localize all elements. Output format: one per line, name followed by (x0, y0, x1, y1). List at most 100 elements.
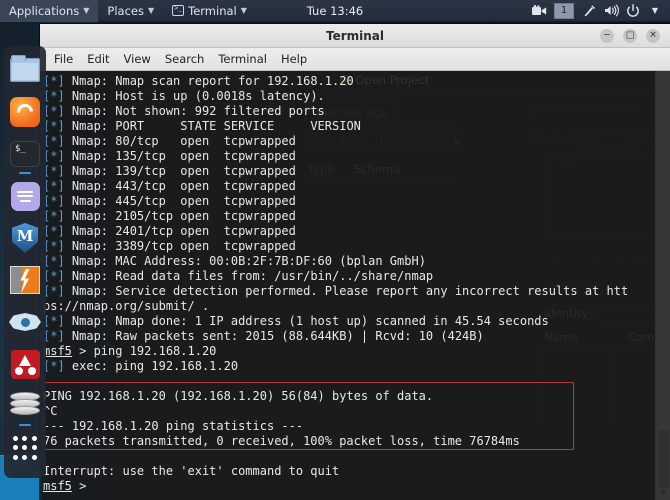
terminal-line: [*] Nmap: Raw packets sent: 2015 (88.644… (43, 329, 670, 344)
terminal-line: [*] Nmap: PORT STATE SERVICE VERSION (43, 119, 670, 134)
terminal-line: [*] Nmap: 443/tcp open tcpwrapped (43, 179, 670, 194)
menu-view[interactable]: View (117, 50, 158, 68)
terminal-line: [*] Nmap: Host is up (0.0018s latency). (43, 89, 670, 104)
terminal-icon (172, 5, 184, 16)
window-controls: − □ ✕ (600, 29, 670, 43)
close-button[interactable]: ✕ (646, 29, 660, 43)
terminal-status-marker: [*] (43, 359, 65, 373)
maximize-button[interactable]: □ (623, 29, 637, 43)
terminal-line: --- 192.168.1.20 ping statistics --- (43, 419, 670, 434)
terminal-titlebar[interactable]: Terminal − □ ✕ (40, 24, 670, 48)
terminal-status-marker: [*] (43, 254, 65, 268)
dock-item-terminal[interactable] (9, 138, 41, 170)
terminal-line: [*] Nmap: Read data files from: /usr/bin… (43, 269, 670, 284)
terminal-line: ps://nmap.org/submit/ . (43, 299, 670, 314)
dock-item-firefox[interactable] (9, 96, 41, 128)
terminal-line: [*] Nmap: Nmap scan report for 192.168.1… (43, 74, 670, 89)
terminal-line: msf5 > ping 192.168.1.20 (43, 344, 670, 359)
video-camera-icon[interactable] (528, 0, 550, 22)
metasploit-shield-icon: M (12, 223, 38, 253)
terminal-status-marker: [*] (43, 149, 65, 163)
terminal-line: [*] Nmap: MAC Address: 00:0B:2F:7B:DF:60… (43, 254, 670, 269)
top-panel: Applications ▼ Places ▼ Terminal ▼ Tue 1… (0, 0, 670, 22)
terminal-icon (10, 141, 40, 167)
menu-search[interactable]: Search (158, 50, 212, 68)
dock-item-sqlite-browser[interactable] (9, 390, 41, 422)
burpsuite-icon (10, 266, 40, 294)
terminal-status-marker: [*] (43, 239, 65, 253)
terminal-line: [*] exec: ping 192.168.1.20 (43, 359, 670, 374)
terminal-window[interactable]: Terminal − □ ✕ File Edit View Search Ter… (40, 24, 670, 500)
terminal-status-marker: [*] (43, 179, 65, 193)
terminal-status-marker: [*] (43, 224, 65, 238)
terminal-line: [*] Nmap: 3389/tcp open tcpwrapped (43, 239, 670, 254)
terminal-status-marker: [*] (43, 74, 65, 88)
terminal-line: [*] Nmap: 139/tcp open tcpwrapped (43, 164, 670, 179)
terminal-line: [*] Nmap: 135/tcp open tcpwrapped (43, 149, 670, 164)
terminal-line: [*] Nmap: Not shown: 992 filtered ports (43, 104, 670, 119)
speaker-icon[interactable] (600, 0, 622, 22)
terminal-line: [*] Nmap: Service detection performed. P… (43, 284, 670, 299)
power-icon[interactable] (622, 0, 644, 22)
terminal-line: [*] Nmap: 80/tcp open tcpwrapped (43, 134, 670, 149)
terminal-status-marker: [*] (43, 119, 65, 133)
terminal-window-menu[interactable]: Terminal ▼ (163, 0, 256, 22)
terminal-line: PING 192.168.1.20 (192.168.1.20) 56(84) … (43, 389, 670, 404)
applications-menu-label: Applications (9, 4, 79, 18)
terminal-line: [*] Nmap: 2105/tcp open tcpwrapped (43, 209, 670, 224)
running-indicator (19, 172, 31, 175)
firefox-icon (10, 97, 40, 127)
terminal-status-marker: [*] (43, 104, 65, 118)
dock-item-show-applications[interactable] (9, 432, 41, 464)
minimize-button[interactable]: − (600, 29, 614, 43)
grid-apps-icon (12, 435, 38, 461)
terminal-line: ^C (43, 404, 670, 419)
terminal-prompt: msf5 (43, 344, 72, 358)
terminal-status-marker: [*] (43, 194, 65, 208)
terminal-line: [*] Nmap: 2401/tcp open tcpwrapped (43, 224, 670, 239)
dock-item-text-editor[interactable] (9, 180, 41, 212)
terminal-line (43, 449, 670, 464)
workspace-switcher[interactable]: 1 (554, 3, 574, 19)
database-icon (10, 392, 40, 420)
places-menu[interactable]: Places ▼ (98, 0, 163, 22)
dock-item-files[interactable] (9, 54, 41, 86)
terminal-line: [*] Nmap: 445/tcp open tcpwrapped (43, 194, 670, 209)
terminal-line: Interrupt: use the 'exit' command to qui… (43, 464, 670, 479)
wireshark-eye-icon (9, 313, 41, 331)
terminal-status-marker: [*] (43, 269, 65, 283)
terminal-status-marker: [*] (43, 209, 65, 223)
terminal-status-marker: [*] (43, 164, 65, 178)
tray-more-chevron-icon[interactable]: ▼ (644, 0, 666, 22)
menu-edit[interactable]: Edit (80, 50, 116, 68)
terminal-status-marker: [*] (43, 284, 65, 298)
favorites-dock: M (4, 46, 46, 478)
terminal-status-marker: [*] (43, 314, 65, 328)
terminal-text: [*] Nmap: Nmap scan report for 192.168.1… (43, 74, 670, 494)
terminal-window-menu-label: Terminal (188, 4, 237, 18)
menu-file[interactable]: File (47, 50, 80, 68)
chevron-down-icon: ▼ (241, 7, 247, 15)
menu-terminal[interactable]: Terminal (211, 50, 274, 68)
dock-item-wireshark[interactable] (9, 306, 41, 338)
maximize-icon: □ (623, 28, 637, 42)
maltego-icon (11, 350, 40, 379)
menu-help[interactable]: Help (274, 50, 314, 68)
terminal-status-marker: [*] (43, 329, 65, 343)
panel-tray: 1 ▼ (528, 0, 670, 22)
terminal-line: 76 packets transmitted, 0 received, 100%… (43, 434, 670, 449)
dock-item-maltego[interactable] (9, 348, 41, 380)
dock-item-metasploit[interactable]: M (9, 222, 41, 254)
places-menu-label: Places (107, 4, 144, 18)
chevron-down-icon: ▼ (83, 7, 89, 15)
terminal-prompt: msf5 (43, 479, 72, 493)
applications-menu[interactable]: Applications ▼ (0, 0, 98, 22)
terminal-menubar: File Edit View Search Terminal Help (40, 48, 670, 71)
terminal-line (43, 374, 670, 389)
terminal-output-area[interactable]: [*] Nmap: Nmap scan report for 192.168.1… (40, 71, 670, 500)
dock-item-burpsuite[interactable] (9, 264, 41, 296)
network-icon[interactable] (578, 0, 600, 22)
terminal-status-marker: [*] (43, 89, 65, 103)
terminal-line: msf5 > (43, 479, 670, 494)
chevron-down-icon: ▼ (148, 7, 154, 15)
